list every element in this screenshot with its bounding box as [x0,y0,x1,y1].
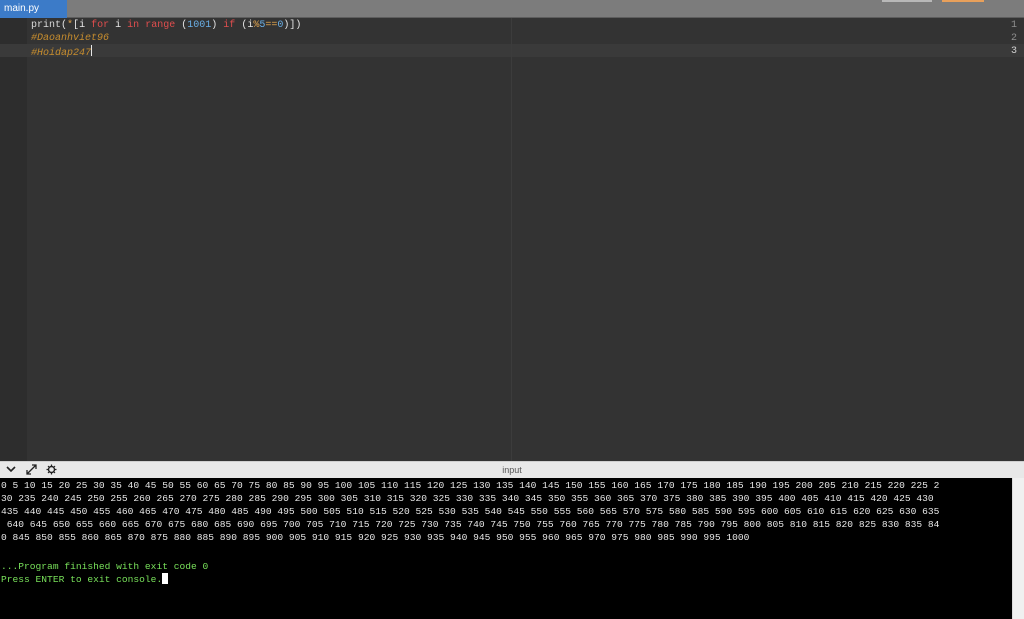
press-enter-line[interactable]: Press ENTER to exit console. [1,573,1012,585]
token-operator: == [265,20,278,31]
file-tab-bar: main.py [0,0,1024,18]
output-line: 0 845 850 855 860 865 870 875 880 885 89… [1,532,750,543]
code-editor[interactable]: 1 2 3 print(*[i for i in range (1001) if… [0,18,1024,461]
tab-main-py[interactable]: main.py [0,0,67,18]
tabbar-indicator-accent [942,0,984,2]
press-enter-message: Press ENTER to exit console. [1,574,163,585]
console-header: input [0,461,1024,478]
code-line-1[interactable]: print(*[i for i in range (1001) if (i%5=… [31,19,301,32]
token: )]) [283,20,302,31]
terminal-cursor [162,573,169,584]
console-output[interactable]: 0 5 10 15 20 25 30 35 40 45 50 55 60 65 … [0,478,1012,619]
line-number: 2 [1010,33,1017,44]
exit-code-message: ...Program finished with exit code 0 [1,561,209,572]
code-line-3[interactable]: #Hoidap247 [31,45,93,59]
console-title: input [502,465,522,475]
gutter-active-line [0,44,27,57]
token: i [115,20,122,31]
token: ) [211,20,218,31]
line-number-gutter [0,18,27,461]
token-keyword: in [127,20,140,31]
code-line-2[interactable]: #Daoanhviet96 [31,32,109,45]
output-line: 0 5 10 15 20 25 30 35 40 45 50 55 60 65 … [1,480,940,491]
output-line: 30 235 240 245 250 255 260 265 270 275 2… [1,493,934,504]
online-python-ide: main.py 1 2 3 print(*[i for i in range (… [0,0,1024,619]
line-number: 1 [1010,20,1017,31]
output-line: 640 645 650 655 660 665 670 675 680 685 … [1,519,940,530]
comment: #Hoidap247 [31,48,92,59]
token-number: 1001 [187,20,212,31]
text-cursor [91,45,93,56]
token-builtin: range [145,20,176,31]
console-scrollbar[interactable] [1012,478,1024,619]
active-line-highlight [27,44,1024,57]
token-print: print [31,20,62,31]
token-keyword: if [223,20,236,31]
print-margin [511,18,512,461]
token-keyword: for [91,20,110,31]
output-line: 435 440 445 450 455 460 465 470 475 480 … [1,506,940,517]
token: i [79,20,86,31]
tabbar-indicator [882,0,932,2]
line-number: 3 [1010,46,1017,57]
